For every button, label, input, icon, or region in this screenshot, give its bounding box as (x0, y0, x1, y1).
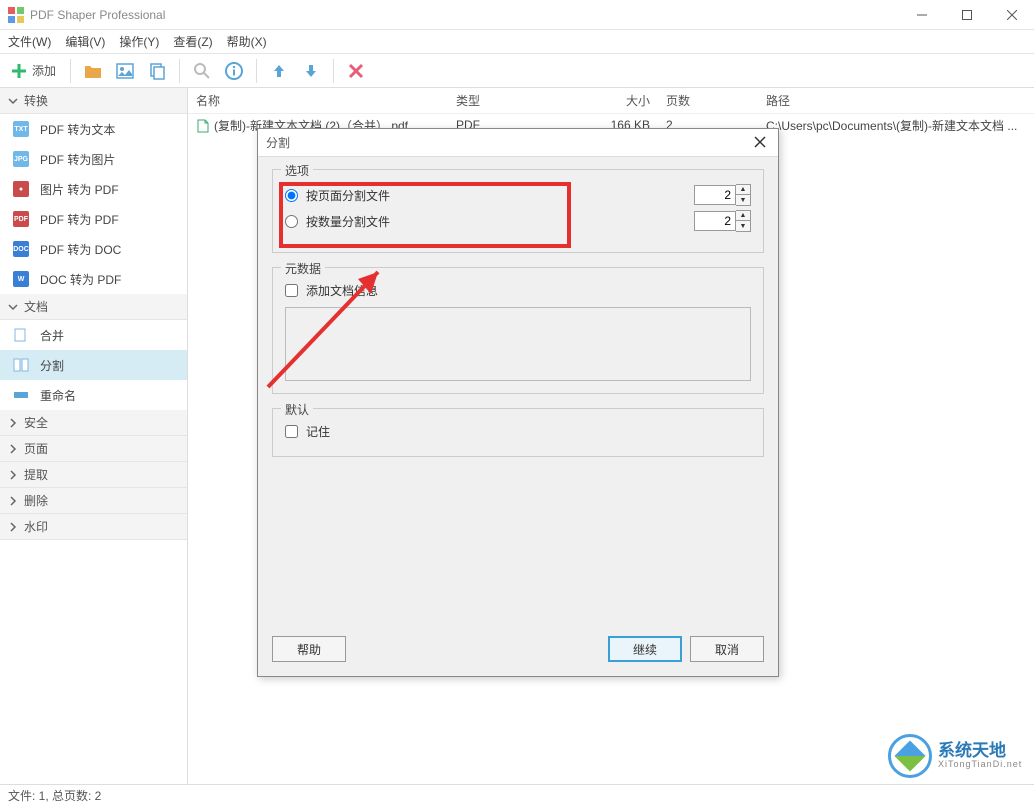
option-remember[interactable]: 记住 (285, 423, 751, 440)
radio-by-page[interactable] (285, 189, 298, 202)
sidebar-header-convert[interactable]: 转换 (0, 88, 187, 114)
pages-input[interactable] (694, 185, 736, 205)
sidebar-item-split[interactable]: 分割 (0, 350, 187, 380)
sidebar-header-watermark[interactable]: 水印 (0, 514, 187, 540)
option-split-by-page[interactable]: 按页面分割文件 ▲▼ (285, 184, 751, 206)
metadata-legend: 元数据 (281, 260, 325, 277)
continue-button[interactable]: 继续 (608, 636, 682, 662)
sidebar-item-pdf-to-pdf[interactable]: PDFPDF 转为 PDF (0, 204, 187, 234)
options-fieldset: 选项 按页面分割文件 ▲▼ 按数量分割文件 ▲▼ (272, 169, 764, 253)
radio-by-count[interactable] (285, 215, 298, 228)
separator (333, 59, 334, 83)
cancel-button[interactable]: 取消 (690, 636, 764, 662)
sidebar-item-merge[interactable]: 合并 (0, 320, 187, 350)
menu-view[interactable]: 查看(Z) (173, 33, 212, 50)
menu-edit[interactable]: 编辑(V) (65, 33, 105, 50)
arrow-up-icon[interactable] (267, 59, 291, 83)
sidebar-item-pdf-to-image[interactable]: JPGPDF 转为图片 (0, 144, 187, 174)
sidebar-header-extract[interactable]: 提取 (0, 462, 187, 488)
metadata-fieldset: 元数据 添加文档信息 (272, 267, 764, 394)
options-legend: 选项 (281, 162, 313, 179)
dialog-titlebar: 分割 (258, 129, 778, 157)
add-button[interactable]: 添加 (6, 59, 60, 83)
spinner-arrows[interactable]: ▲▼ (736, 184, 751, 206)
titlebar: PDF Shaper Professional (0, 0, 1034, 30)
split-dialog: 分割 选项 按页面分割文件 ▲▼ 按数量分割文件 ▲▼ (257, 128, 779, 677)
default-fieldset: 默认 记住 (272, 408, 764, 457)
col-size[interactable]: 大小 (588, 92, 658, 109)
app-title: PDF Shaper Professional (30, 8, 165, 22)
status-text: 文件: 1, 总页数: 2 (8, 787, 101, 804)
column-headers: 名称 类型 大小 页数 路径 (188, 88, 1034, 114)
folder-icon[interactable] (81, 59, 105, 83)
sidebar-item-rename[interactable]: 重命名 (0, 380, 187, 410)
search-icon[interactable] (190, 59, 214, 83)
copy-icon[interactable] (145, 59, 169, 83)
menubar: 文件(W) 编辑(V) 操作(Y) 查看(Z) 帮助(X) (0, 30, 1034, 54)
maximize-button[interactable] (944, 0, 989, 30)
image-icon[interactable] (113, 59, 137, 83)
option-split-by-count[interactable]: 按数量分割文件 ▲▼ (285, 210, 751, 232)
col-path[interactable]: 路径 (758, 92, 1034, 109)
close-button[interactable] (989, 0, 1034, 30)
sidebar-header-security[interactable]: 安全 (0, 410, 187, 436)
app-icon (8, 7, 24, 23)
separator (70, 59, 71, 83)
option-add-doc-info[interactable]: 添加文档信息 (285, 282, 751, 299)
menu-action[interactable]: 操作(Y) (119, 33, 159, 50)
toolbar: 添加 (0, 54, 1034, 88)
checkbox-remember[interactable] (285, 425, 298, 438)
pdf-file-icon (196, 119, 210, 133)
col-pages[interactable]: 页数 (658, 92, 758, 109)
arrow-down-icon[interactable] (299, 59, 323, 83)
metadata-textbox (285, 307, 751, 381)
delete-icon[interactable] (344, 59, 368, 83)
sidebar-item-pdf-to-text[interactable]: TXTPDF 转为文本 (0, 114, 187, 144)
menu-help[interactable]: 帮助(X) (227, 33, 267, 50)
default-legend: 默认 (281, 401, 313, 418)
add-label: 添加 (32, 62, 56, 79)
dialog-title: 分割 (266, 134, 290, 151)
sidebar: 转换 TXTPDF 转为文本 JPGPDF 转为图片 ●图片 转为 PDF PD… (0, 88, 188, 784)
sidebar-header-delete[interactable]: 删除 (0, 488, 187, 514)
dialog-close-button[interactable] (750, 135, 770, 151)
checkbox-add-doc-info[interactable] (285, 284, 298, 297)
minimize-button[interactable] (899, 0, 944, 30)
separator (179, 59, 180, 83)
sidebar-header-document[interactable]: 文档 (0, 294, 187, 320)
col-name[interactable]: 名称 (188, 92, 448, 109)
col-type[interactable]: 类型 (448, 92, 588, 109)
spinner-arrows[interactable]: ▲▼ (736, 210, 751, 232)
statusbar: 文件: 1, 总页数: 2 (0, 784, 1034, 806)
count-input[interactable] (694, 211, 736, 231)
help-button[interactable]: 帮助 (272, 636, 346, 662)
separator (256, 59, 257, 83)
sidebar-item-pdf-to-doc[interactable]: DOCPDF 转为 DOC (0, 234, 187, 264)
sidebar-header-page[interactable]: 页面 (0, 436, 187, 462)
sidebar-item-doc-to-pdf[interactable]: WDOC 转为 PDF (0, 264, 187, 294)
sidebar-item-image-to-pdf[interactable]: ●图片 转为 PDF (0, 174, 187, 204)
info-icon[interactable] (222, 59, 246, 83)
menu-file[interactable]: 文件(W) (8, 33, 51, 50)
